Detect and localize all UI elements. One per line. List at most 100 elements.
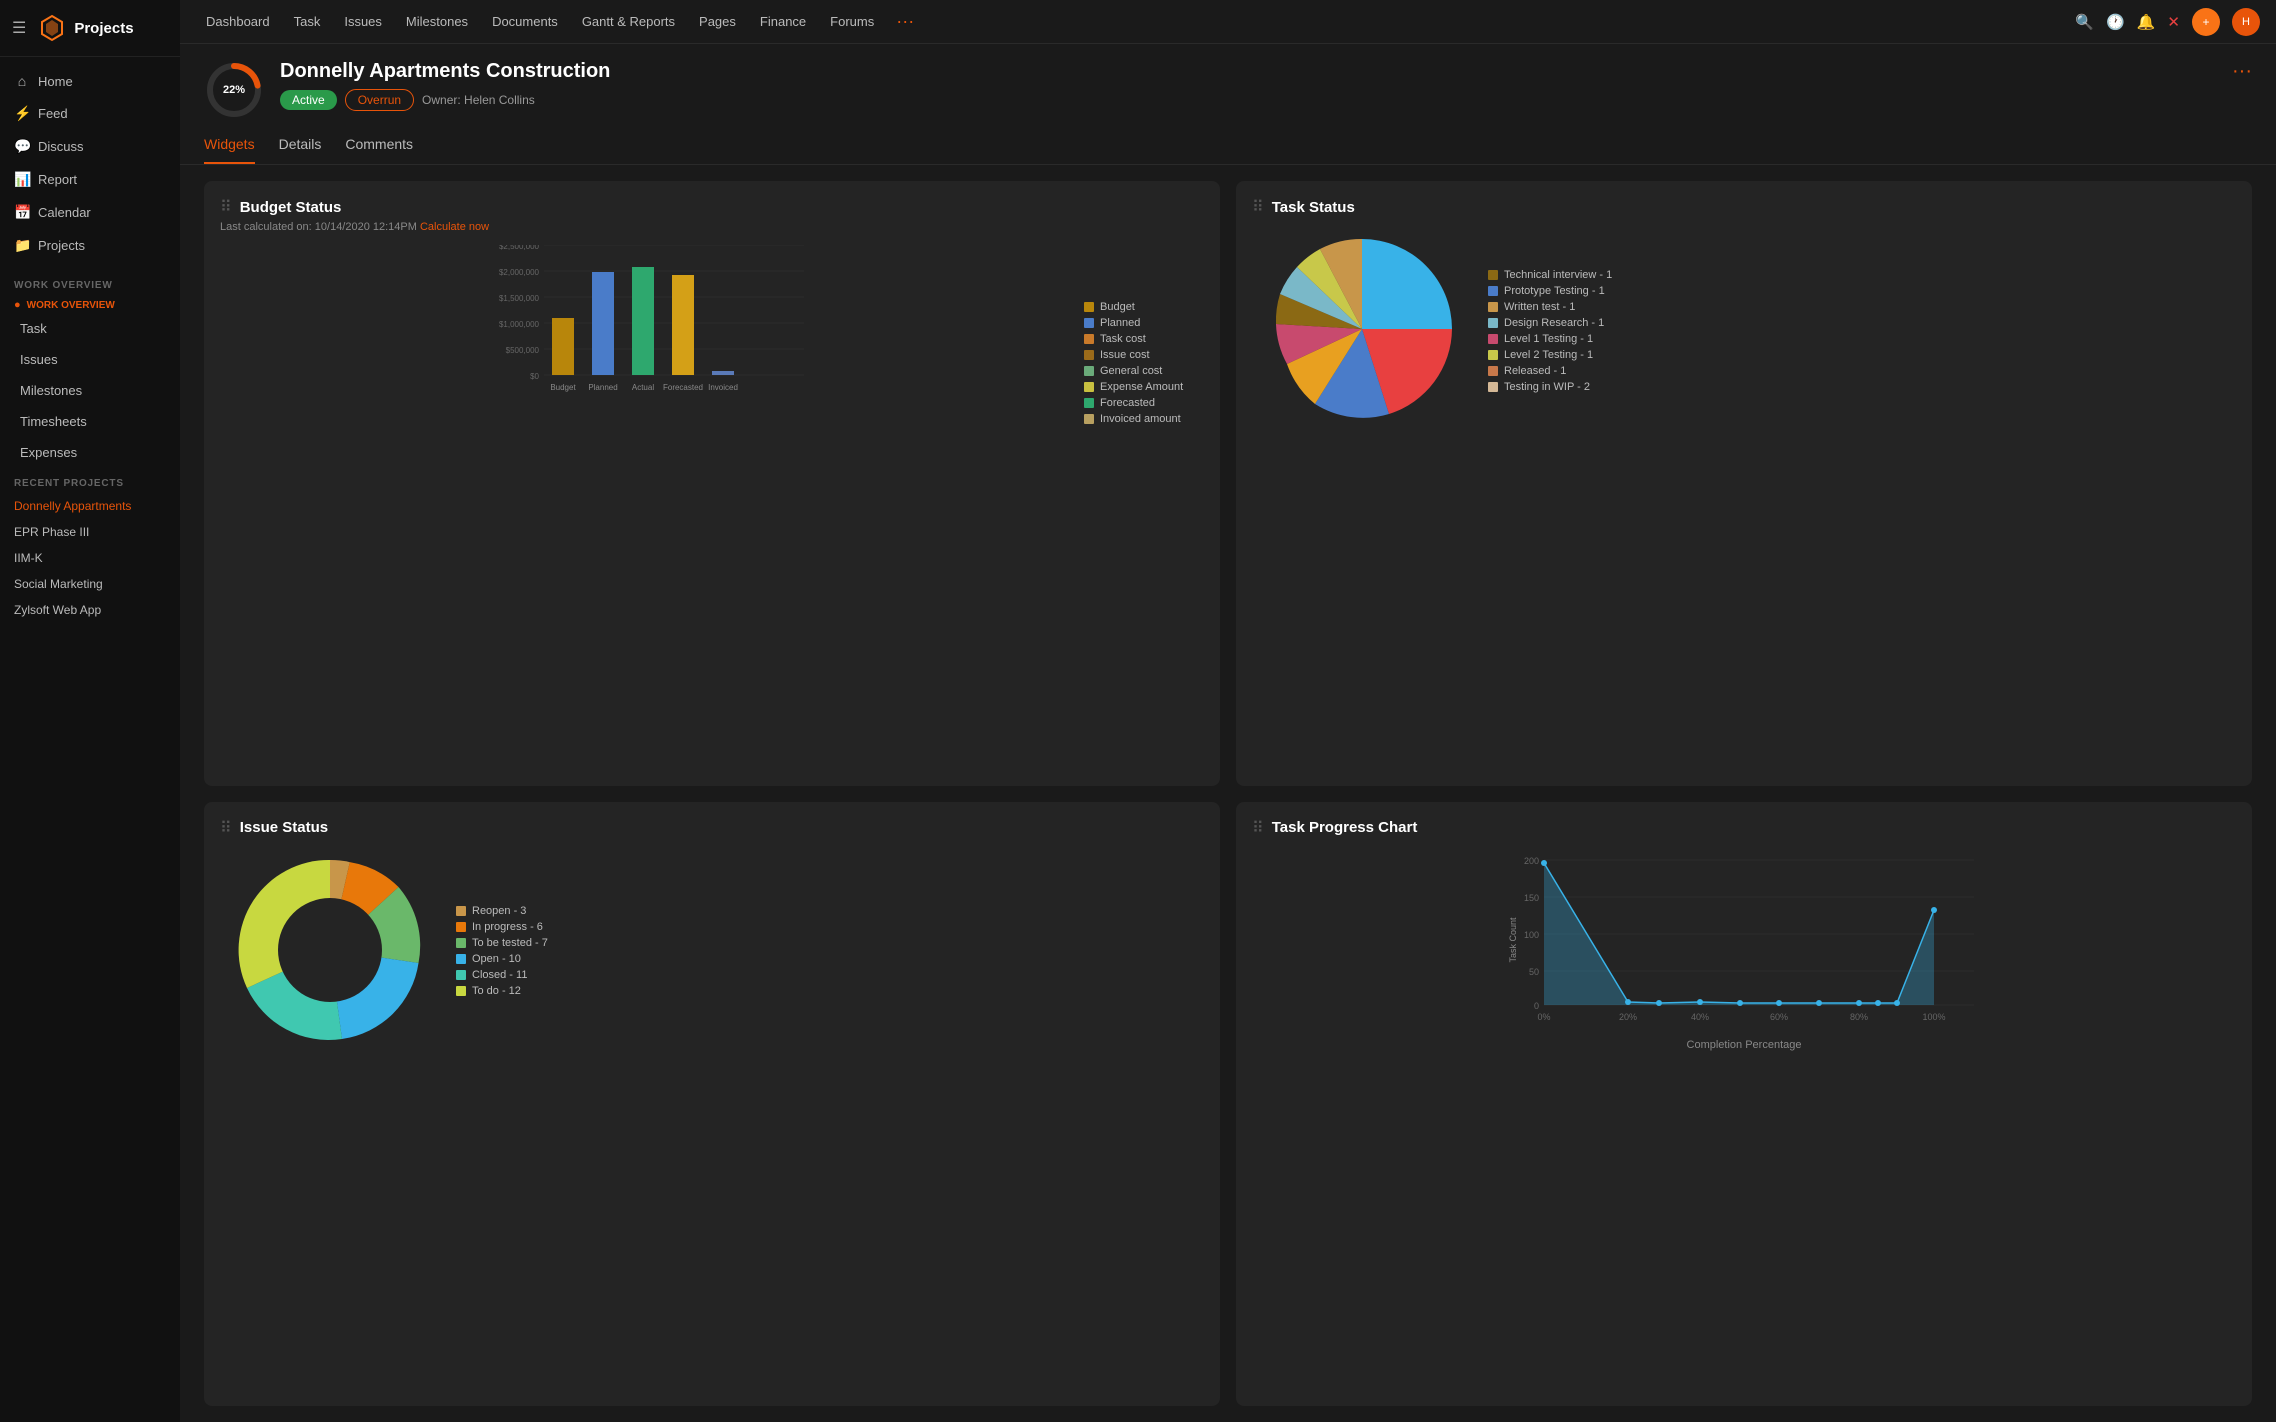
- topnav-icons: 🔍 🕐 🔔 ✕ + H: [2075, 8, 2260, 36]
- sidebar-task-label: Task: [20, 321, 47, 336]
- svg-text:Forecasted: Forecasted: [663, 383, 703, 392]
- sidebar-item-home-label: Home: [38, 74, 73, 89]
- issue-content: Reopen - 3 In progress - 6 To be tested …: [220, 850, 1204, 1053]
- svg-text:100: 100: [1524, 930, 1539, 940]
- tab-details[interactable]: Details: [279, 130, 322, 164]
- project-menu-button[interactable]: ···: [2232, 60, 2252, 83]
- topnav-milestones[interactable]: Milestones: [396, 0, 478, 43]
- task-legend-proto: Prototype Testing - 1: [1488, 285, 1612, 297]
- issue-legend-todo: To do - 12: [456, 985, 548, 997]
- topnav-dashboard[interactable]: Dashboard: [196, 0, 280, 43]
- topnav-gantt[interactable]: Gantt & Reports: [572, 0, 685, 43]
- drag-icon-task[interactable]: ⠿: [1252, 197, 1264, 217]
- search-icon[interactable]: 🔍: [2075, 13, 2094, 31]
- svg-text:200: 200: [1524, 856, 1539, 866]
- topnav-pages[interactable]: Pages: [689, 0, 746, 43]
- sidebar-item-discuss[interactable]: 💬 Discuss: [0, 130, 180, 163]
- sidebar-item-report-label: Report: [38, 172, 77, 187]
- sidebar-item-projects[interactable]: 📁 Projects: [0, 229, 180, 262]
- project-badges: Active Overrun Owner: Helen Collins: [280, 89, 2216, 111]
- task-status-content: Technical interview - 1 Prototype Testin…: [1252, 229, 2236, 432]
- task-status-widget: ⠿ Task Status: [1236, 181, 2252, 786]
- bar-invoiced: [712, 371, 734, 375]
- bar-budget: [552, 318, 574, 375]
- issue-legend-reopen: Reopen - 3: [456, 905, 548, 917]
- calendar-icon: 📅: [14, 204, 30, 221]
- svg-text:0%: 0%: [1537, 1012, 1550, 1022]
- legend-expense: Expense Amount: [1084, 381, 1204, 393]
- sidebar-item-expenses[interactable]: Expenses: [0, 437, 180, 468]
- topnav-forums[interactable]: Forums: [820, 0, 884, 43]
- badge-overrun[interactable]: Overrun: [345, 89, 414, 111]
- bell-icon[interactable]: 🔔: [2137, 13, 2156, 31]
- task-legend-wip: Testing in WIP - 2: [1488, 381, 1612, 393]
- project-title: Donnelly Apartments Construction: [280, 60, 2216, 83]
- task-progress-title: Task Progress Chart: [1272, 819, 1418, 836]
- notification-badge[interactable]: +: [2192, 8, 2220, 36]
- sidebar-item-task[interactable]: Task: [0, 313, 180, 344]
- topnav-issues[interactable]: Issues: [334, 0, 392, 43]
- widgets-grid: ⠿ Budget Status Last calculated on: 10/1…: [180, 165, 2276, 1422]
- svg-text:Actual: Actual: [632, 383, 654, 392]
- project-info: Donnelly Apartments Construction Active …: [280, 60, 2216, 115]
- task-progress-chart-container: 200 150 100 50 0 Task Count: [1252, 850, 2236, 1051]
- donut-chart: [220, 850, 440, 1053]
- hamburger-icon[interactable]: ☰: [12, 18, 26, 38]
- recent-project-social[interactable]: Social Marketing: [0, 571, 180, 597]
- sidebar-item-report[interactable]: 📊 Report: [0, 163, 180, 196]
- drag-icon-progress[interactable]: ⠿: [1252, 818, 1264, 838]
- issue-legend-closed: Closed - 11: [456, 969, 548, 981]
- svg-text:$2,000,000: $2,000,000: [499, 268, 540, 277]
- project-header: 22% Donnelly Apartments Construction Act…: [180, 44, 2276, 120]
- recent-project-zylsoft[interactable]: Zylsoft Web App: [0, 597, 180, 623]
- drag-icon[interactable]: ⠿: [220, 197, 232, 217]
- feed-icon: ⚡: [14, 105, 30, 122]
- issue-legend: Reopen - 3 In progress - 6 To be tested …: [456, 905, 548, 997]
- svg-text:$1,000,000: $1,000,000: [499, 320, 540, 329]
- topnav-task[interactable]: Task: [284, 0, 331, 43]
- task-legend-design: Design Research - 1: [1488, 317, 1612, 329]
- tab-widgets[interactable]: Widgets: [204, 130, 255, 164]
- recent-project-iimk[interactable]: IIM-K: [0, 545, 180, 571]
- calculate-now-link[interactable]: Calculate now: [420, 221, 489, 233]
- sidebar-item-milestones[interactable]: Milestones: [0, 375, 180, 406]
- topnav-finance[interactable]: Finance: [750, 0, 816, 43]
- projects-icon: 📁: [14, 237, 30, 254]
- recent-project-donnelly[interactable]: Donnelly Appartments: [0, 493, 180, 519]
- budget-status-widget: ⠿ Budget Status Last calculated on: 10/1…: [204, 181, 1220, 786]
- sidebar-item-calendar[interactable]: 📅 Calendar: [0, 196, 180, 229]
- bar-actual: [632, 267, 654, 375]
- recent-project-epr[interactable]: EPR Phase III: [0, 519, 180, 545]
- topnav-more[interactable]: ···: [888, 11, 922, 32]
- sidebar-item-home[interactable]: ⌂ Home: [0, 65, 180, 97]
- svg-text:40%: 40%: [1691, 1012, 1709, 1022]
- recent-projects-section: RECENT PROJECTS: [0, 468, 180, 493]
- svg-text:$500,000: $500,000: [506, 346, 540, 355]
- svg-text:150: 150: [1524, 893, 1539, 903]
- work-overview-section: WORK OVERVIEW: [0, 270, 180, 295]
- issue-legend-tobetested: To be tested - 7: [456, 937, 548, 949]
- topnav-documents[interactable]: Documents: [482, 0, 568, 43]
- tab-comments[interactable]: Comments: [345, 130, 413, 164]
- svg-text:Task Count: Task Count: [1508, 916, 1518, 962]
- clock-icon[interactable]: 🕐: [2106, 13, 2125, 31]
- issue-widget-title: Issue Status: [240, 819, 328, 836]
- report-icon: 📊: [14, 171, 30, 188]
- bar-forecasted: [672, 275, 694, 375]
- user-avatar[interactable]: H: [2232, 8, 2260, 36]
- sidebar-item-feed-label: Feed: [38, 106, 68, 121]
- sidebar-item-timesheets[interactable]: Timesheets: [0, 406, 180, 437]
- sidebar-timesheets-label: Timesheets: [20, 414, 87, 429]
- svg-text:20%: 20%: [1619, 1012, 1637, 1022]
- badge-active[interactable]: Active: [280, 90, 337, 110]
- sidebar-item-projects-label: Projects: [38, 238, 85, 253]
- drag-icon-issue[interactable]: ⠿: [220, 818, 232, 838]
- sidebar-item-issues[interactable]: Issues: [0, 344, 180, 375]
- legend-planned: Planned: [1084, 317, 1204, 329]
- sidebar-item-feed[interactable]: ⚡ Feed: [0, 97, 180, 130]
- close-icon[interactable]: ✕: [2167, 13, 2180, 31]
- task-progress-header: ⠿ Task Progress Chart: [1252, 818, 2236, 838]
- sidebar: ☰ Projects ⌂ Home ⚡ Feed 💬 Discuss 📊 Rep…: [0, 0, 180, 1422]
- topnav: Dashboard Task Issues Milestones Documen…: [180, 0, 2276, 44]
- legend-invoiced: Invoiced amount: [1084, 413, 1204, 425]
